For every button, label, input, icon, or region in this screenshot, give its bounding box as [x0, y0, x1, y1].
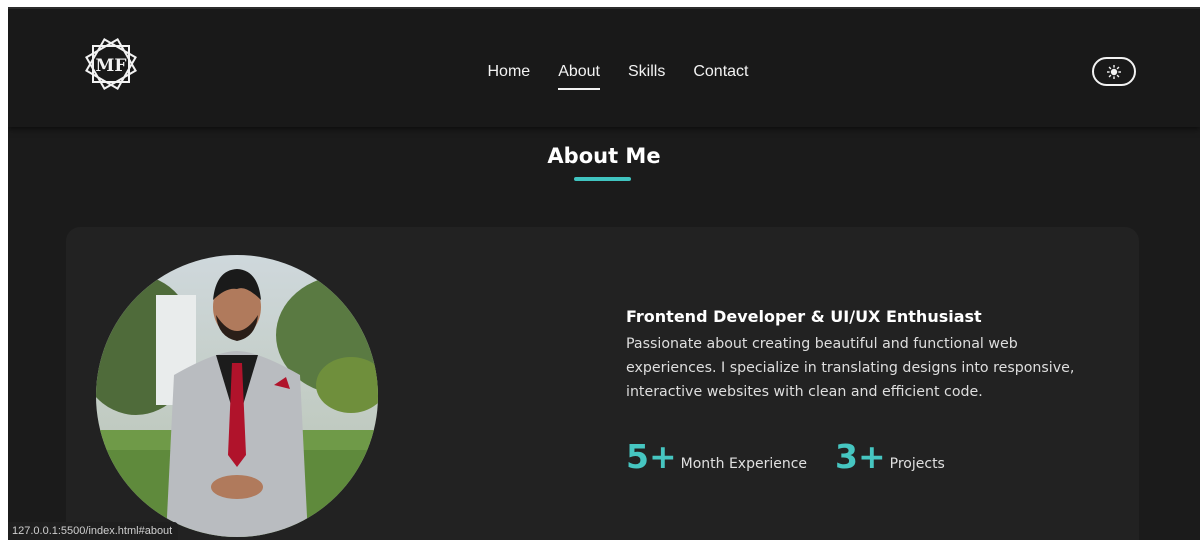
about-card: Frontend Developer & UI/UX Enthusiast Pa…: [66, 227, 1139, 540]
title-underline: [574, 177, 631, 181]
profile-photo: [96, 255, 378, 537]
theme-toggle-button[interactable]: [1092, 57, 1136, 86]
section-title: About Me: [547, 144, 661, 169]
page-viewport: MF Home About Skills Contact About Me Fr…: [8, 9, 1200, 540]
nav-link-about[interactable]: About: [558, 62, 600, 92]
about-description: Passionate about creating beautiful and …: [626, 336, 1075, 400]
nav-link-contact[interactable]: Contact: [693, 62, 748, 92]
navbar: MF Home About Skills Contact: [8, 9, 1200, 127]
stat-projects-label: Projects: [889, 456, 945, 472]
sun-icon: [1107, 64, 1121, 79]
stat-projects: 3+ Projects: [835, 437, 945, 476]
stats-row: 5+ Month Experience 3+ Projects: [626, 437, 945, 476]
link-status-bar: 127.0.0.1:5500/index.html#about: [8, 522, 179, 540]
stat-projects-value: 3+: [835, 437, 886, 476]
stat-experience-label: Month Experience: [680, 456, 808, 472]
about-text-block: Frontend Developer & UI/UX Enthusiast Pa…: [626, 307, 1126, 404]
stat-experience-value: 5+: [626, 437, 677, 476]
stat-experience: 5+ Month Experience: [626, 437, 807, 476]
nav-link-skills[interactable]: Skills: [628, 62, 665, 92]
main-nav: Home About Skills Contact: [8, 62, 1200, 92]
browser-top-strip: [0, 0, 1200, 9]
about-heading: Frontend Developer & UI/UX Enthusiast: [626, 307, 982, 326]
nav-link-home[interactable]: Home: [488, 62, 531, 92]
